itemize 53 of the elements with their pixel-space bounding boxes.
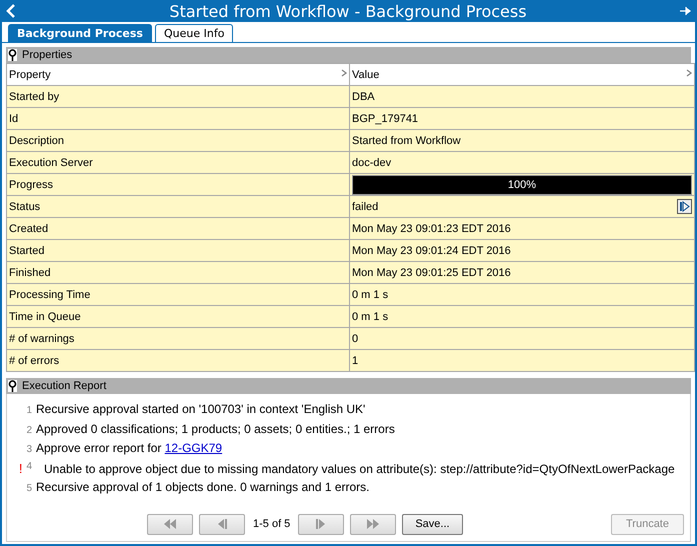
table-cell: Description — [6, 130, 350, 152]
line-number: 1 — [26, 405, 32, 416]
table-cell: Processing Time — [6, 284, 350, 306]
table-cell: failed — [352, 200, 378, 212]
table-cell: Finished — [6, 262, 350, 284]
progress-reading: 100% — [508, 178, 536, 190]
tab[interactable]: Background Process — [8, 24, 152, 42]
run-button[interactable] — [677, 199, 692, 214]
report-line: Approve error report for 12-GGK79 — [36, 441, 222, 455]
chevron-icon[interactable] — [341, 68, 347, 76]
line-number: 5 — [26, 483, 32, 494]
table-cell: 1 — [350, 350, 694, 372]
table-cell: # of warnings — [6, 328, 350, 350]
column-header[interactable]: Value — [352, 68, 380, 80]
table-cell: Created — [6, 218, 350, 240]
table-cell: doc-dev — [350, 152, 694, 174]
save-button[interactable]: Save... — [402, 514, 463, 534]
table-cell: Started from Workflow — [350, 130, 694, 152]
first-page-icon — [163, 518, 177, 530]
section-title: Execution Report — [22, 380, 106, 392]
table-cell: Mon May 23 09:01:24 EDT 2016 — [350, 240, 694, 262]
table-cell: 0 — [350, 328, 694, 350]
table-cell: BGP_179741 — [350, 108, 694, 130]
table-cell: DBA — [350, 86, 694, 108]
table-cell: Mon May 23 09:01:25 EDT 2016 — [350, 262, 694, 284]
table-cell: Id — [6, 108, 350, 130]
report-link[interactable]: 12-GGK79 — [164, 441, 222, 455]
line-number: 4 — [26, 460, 32, 474]
last-page-icon — [366, 518, 380, 530]
tab[interactable]: Queue Info — [154, 24, 234, 42]
line-number: 2 — [26, 424, 32, 436]
error-marker: ! — [18, 460, 22, 476]
table-cell: 0 m 1 s — [350, 284, 694, 306]
table-cell: Execution Server — [6, 152, 350, 174]
table-cell: # of errors — [6, 350, 350, 372]
table-cell: Started by — [6, 86, 350, 108]
window-title: Started from Workflow - Background Process — [168, 2, 528, 20]
table-cell: 0 m 1 s — [350, 306, 694, 328]
table-cell: Status — [6, 196, 350, 218]
section-title: Properties — [22, 49, 72, 61]
report-line: Unable to approve object due to missing mandatory values on attribute(s): step://attribute?id=QtyOfNextLowerPackage — [43, 462, 675, 476]
page-range: 1-5 of 5 — [252, 518, 292, 530]
column-header[interactable]: Property — [9, 68, 51, 80]
chevron-icon[interactable] — [686, 68, 692, 76]
table-cell: Mon May 23 09:01:23 EDT 2016 — [350, 218, 694, 240]
report-line: Recursive approval started on '100703' in context 'English UK' — [36, 402, 366, 416]
line-number: 3 — [26, 444, 32, 455]
back-icon[interactable] — [6, 4, 16, 18]
report-line: Recursive approval of 1 objects done. 0 warnings and 1 errors. — [36, 480, 370, 494]
table-cell: Time in Queue — [6, 306, 350, 328]
table-cell: Progress — [6, 174, 350, 196]
report-line: Approved 0 classifications; 1 products; 0 assets; 0 entities.; 1 errors — [36, 422, 395, 436]
table-cell: Started — [6, 240, 350, 262]
